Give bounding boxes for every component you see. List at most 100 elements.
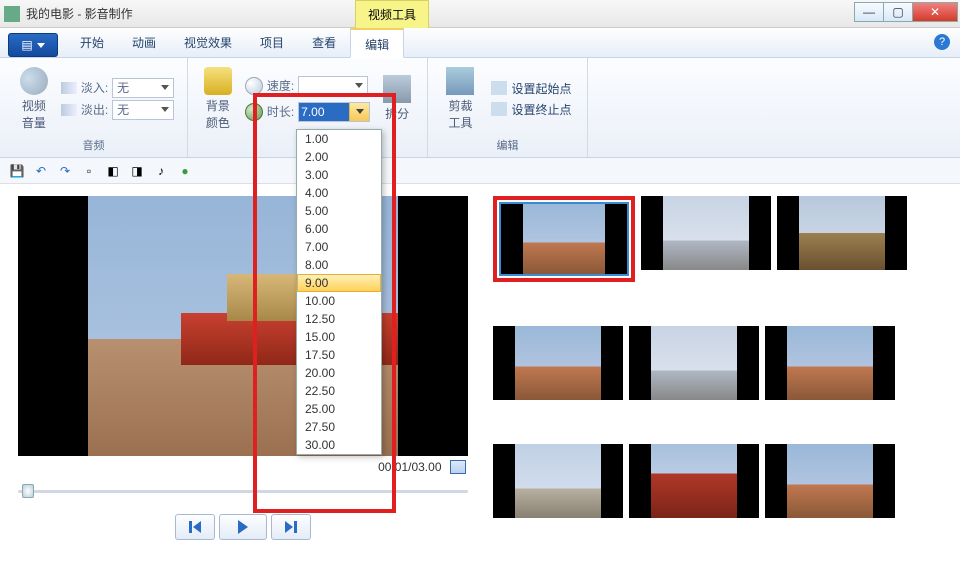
duration-option[interactable]: 22.50 <box>297 382 381 400</box>
end-point-icon <box>491 102 507 116</box>
clip-thumbnail[interactable] <box>777 196 907 270</box>
duration-option[interactable]: 1.00 <box>297 130 381 148</box>
clip-thumbnail[interactable] <box>493 444 623 518</box>
crop-tool-button[interactable]: 剪裁 工具 <box>439 63 481 135</box>
file-menu-icon: ▤ <box>21 38 32 52</box>
tab-edit[interactable]: 编辑 <box>350 28 404 58</box>
ribbon: 视频 音量 淡入: 无 淡出: 无 音频 背景 颜色 <box>0 58 960 158</box>
tab-visual-effects[interactable]: 视觉效果 <box>170 28 246 57</box>
background-color-button[interactable]: 背景 颜色 <box>197 63 239 135</box>
group-label-audio: 音频 <box>83 135 105 155</box>
set-start-point-button[interactable]: 设置起始点 <box>487 79 575 98</box>
duration-combo[interactable] <box>298 102 370 122</box>
chevron-down-icon <box>355 83 363 88</box>
menubar: ▤ 开始 动画 视觉效果 项目 查看 编辑 ? <box>0 28 960 58</box>
split-icon <box>383 75 411 103</box>
qat-item-1[interactable]: ◧ <box>104 162 122 180</box>
split-label: 拆分 <box>385 105 409 122</box>
file-menu-button[interactable]: ▤ <box>8 33 58 57</box>
slider-thumb[interactable] <box>22 484 34 498</box>
speed-label: 速度: <box>267 77 294 94</box>
ribbon-group-audio: 视频 音量 淡入: 无 淡出: 无 音频 <box>0 58 188 157</box>
duration-option[interactable]: 10.00 <box>297 292 381 310</box>
duration-option[interactable]: 2.00 <box>297 148 381 166</box>
clip-thumbnail[interactable] <box>641 196 771 270</box>
seek-slider[interactable] <box>18 482 468 500</box>
app-icon <box>4 6 20 22</box>
fade-out-icon <box>61 104 77 116</box>
video-volume-label: 视频 音量 <box>22 97 46 131</box>
tab-project[interactable]: 项目 <box>246 28 298 57</box>
contextual-tab-video-tools[interactable]: 视频工具 <box>355 0 429 28</box>
duration-option[interactable]: 5.00 <box>297 202 381 220</box>
window-title: 我的电影 - 影音制作 <box>26 5 133 22</box>
fade-in-label: 淡入: <box>81 79 108 96</box>
qat-item-4[interactable]: ● <box>176 162 194 180</box>
duration-option[interactable]: 15.00 <box>297 328 381 346</box>
duration-option[interactable]: 3.00 <box>297 166 381 184</box>
set-end-point-button[interactable]: 设置终止点 <box>487 100 575 119</box>
chevron-down-icon <box>161 107 169 112</box>
duration-dropdown-list[interactable]: 1.002.003.004.005.006.007.008.009.0010.0… <box>296 129 382 455</box>
tab-animation[interactable]: 动画 <box>118 28 170 57</box>
qat-item-3[interactable]: ♪ <box>152 162 170 180</box>
preview-video[interactable] <box>18 196 468 456</box>
content-area: 00.01/03.00 <box>0 184 960 580</box>
prev-frame-button[interactable] <box>175 514 215 540</box>
clip-thumbnail[interactable] <box>493 326 623 400</box>
split-button[interactable]: 拆分 <box>376 71 418 126</box>
undo-button[interactable]: ↶ <box>32 162 50 180</box>
speedometer-icon <box>245 77 263 95</box>
duration-option[interactable]: 4.00 <box>297 184 381 202</box>
crop-tool-label: 剪裁 工具 <box>448 97 472 131</box>
duration-option[interactable]: 7.00 <box>297 238 381 256</box>
duration-option[interactable]: 6.00 <box>297 220 381 238</box>
speed-combo[interactable] <box>298 76 368 96</box>
play-button[interactable] <box>219 514 267 540</box>
close-button[interactable]: ✕ <box>912 2 958 22</box>
start-point-icon <box>491 81 507 95</box>
fullscreen-button[interactable] <box>450 460 466 474</box>
storyboard-row <box>493 196 952 282</box>
ribbon-group-edit: 剪裁 工具 设置起始点 设置终止点 编辑 <box>428 58 588 157</box>
duration-option[interactable]: 27.50 <box>297 418 381 436</box>
duration-row: 时长: <box>245 102 370 122</box>
duration-input[interactable] <box>299 103 349 121</box>
clip-thumbnail[interactable] <box>629 326 759 400</box>
duration-option[interactable]: 30.00 <box>297 436 381 454</box>
titlebar: 我的电影 - 影音制作 视频工具 — ▢ ✕ <box>0 0 960 28</box>
next-frame-button[interactable] <box>271 514 311 540</box>
tab-view[interactable]: 查看 <box>298 28 350 57</box>
help-button[interactable]: ? <box>934 34 950 50</box>
maximize-button[interactable]: ▢ <box>883 2 913 22</box>
duration-option[interactable]: 25.00 <box>297 400 381 418</box>
duration-option[interactable]: 20.00 <box>297 364 381 382</box>
storyboard-pane[interactable] <box>485 184 960 580</box>
duration-option[interactable]: 8.00 <box>297 256 381 274</box>
paint-bucket-icon <box>204 67 232 95</box>
video-volume-button[interactable]: 视频 音量 <box>13 63 55 135</box>
selected-clip-marker <box>493 196 635 282</box>
clip-thumbnail[interactable] <box>499 202 629 276</box>
new-button[interactable]: ▫ <box>80 162 98 180</box>
minimize-button[interactable]: — <box>854 2 884 22</box>
duration-option[interactable]: 17.50 <box>297 346 381 364</box>
tab-home[interactable]: 开始 <box>66 28 118 57</box>
duration-dropdown-button[interactable] <box>349 103 369 121</box>
save-button[interactable]: 💾 <box>8 162 26 180</box>
play-icon <box>238 520 248 534</box>
fade-out-combo[interactable]: 无 <box>112 100 174 120</box>
clip-thumbnail[interactable] <box>765 444 895 518</box>
duration-option[interactable]: 12.50 <box>297 310 381 328</box>
qat-item-2[interactable]: ◨ <box>128 162 146 180</box>
clip-thumbnail[interactable] <box>629 444 759 518</box>
stopwatch-icon <box>245 103 263 121</box>
duration-label: 时长: <box>267 103 294 120</box>
fade-in-combo[interactable]: 无 <box>112 78 174 98</box>
chevron-down-icon <box>356 109 364 114</box>
clip-thumbnail[interactable] <box>765 326 895 400</box>
background-color-label: 背景 颜色 <box>206 97 230 131</box>
redo-button[interactable]: ↷ <box>56 162 74 180</box>
duration-option[interactable]: 9.00 <box>297 274 381 292</box>
slider-track <box>18 490 468 493</box>
